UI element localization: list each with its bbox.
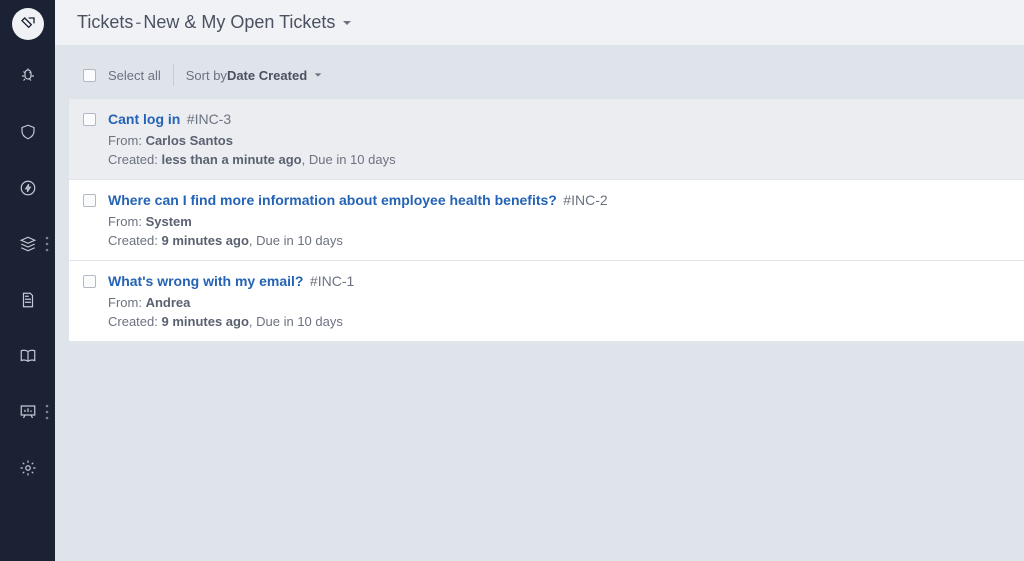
ticket-title[interactable]: Cant log in bbox=[108, 111, 180, 127]
main: Tickets - New & My Open Tickets Select a… bbox=[55, 0, 1024, 561]
gear-icon bbox=[19, 459, 37, 477]
select-all-checkbox[interactable] bbox=[83, 69, 96, 82]
ticket-title[interactable]: Where can I find more information about … bbox=[108, 192, 557, 208]
ticket-title[interactable]: What's wrong with my email? bbox=[108, 273, 303, 289]
page-title-sub: New & My Open Tickets bbox=[143, 12, 335, 33]
presentation-icon bbox=[19, 403, 37, 421]
shield-icon bbox=[19, 123, 37, 141]
book-icon bbox=[19, 347, 37, 365]
select-all[interactable]: Select all bbox=[83, 68, 161, 83]
ticket-checkbox[interactable] bbox=[83, 275, 96, 288]
ticket-body: What's wrong with my email? #INC-1 From:… bbox=[108, 273, 354, 329]
filter-dropdown-icon[interactable] bbox=[341, 17, 353, 29]
ticket-checkbox[interactable] bbox=[83, 113, 96, 126]
ticket-from: Andrea bbox=[146, 295, 191, 310]
sidebar-item-stack[interactable] bbox=[0, 216, 55, 272]
select-all-label: Select all bbox=[108, 68, 161, 83]
ticket-row[interactable]: Where can I find more information about … bbox=[69, 180, 1024, 261]
bug-icon bbox=[19, 67, 37, 85]
ticket-area: Select all Sort by Date Created Cant log… bbox=[55, 45, 1024, 342]
ticket-created: less than a minute ago bbox=[161, 152, 301, 167]
sidebar-item-docfeed[interactable] bbox=[0, 272, 55, 328]
separator bbox=[173, 64, 174, 86]
ticket-checkbox[interactable] bbox=[83, 194, 96, 207]
chevron-down-icon bbox=[313, 70, 323, 80]
sidebar-item-book[interactable] bbox=[0, 328, 55, 384]
ticket-created: 9 minutes ago bbox=[161, 233, 248, 248]
page-title-prefix: Tickets bbox=[77, 12, 133, 33]
list-controls: Select all Sort by Date Created bbox=[69, 59, 1024, 91]
ticket-body: Cant log in #INC-3 From: Carlos Santos C… bbox=[108, 111, 396, 167]
ticket-body: Where can I find more information about … bbox=[108, 192, 608, 248]
ticket-id: #INC-2 bbox=[563, 192, 607, 208]
sidebar-item-settings[interactable] bbox=[0, 440, 55, 496]
sort-dropdown[interactable]: Sort by Date Created bbox=[186, 68, 323, 83]
stack-icon bbox=[19, 235, 37, 253]
more-icon[interactable] bbox=[43, 402, 51, 422]
ticket-created: 9 minutes ago bbox=[161, 314, 248, 329]
from-label: From: bbox=[108, 295, 146, 310]
ticket-icon bbox=[20, 16, 36, 32]
ticket-list: Cant log in #INC-3 From: Carlos Santos C… bbox=[69, 99, 1024, 342]
ticket-id: #INC-1 bbox=[310, 273, 354, 289]
ticket-id: #INC-3 bbox=[187, 111, 231, 127]
created-label: Created: bbox=[108, 233, 161, 248]
sidebar-item-tickets[interactable] bbox=[12, 8, 44, 40]
created-label: Created: bbox=[108, 152, 161, 167]
sort-label: Sort by bbox=[186, 68, 227, 83]
sidebar-item-presentation[interactable] bbox=[0, 384, 55, 440]
sort-value: Date Created bbox=[227, 68, 307, 83]
sidebar-item-lightning[interactable] bbox=[0, 160, 55, 216]
sidebar-item-shield[interactable] bbox=[0, 104, 55, 160]
ticket-row[interactable]: What's wrong with my email? #INC-1 From:… bbox=[69, 261, 1024, 342]
from-label: From: bbox=[108, 214, 146, 229]
ticket-from: Carlos Santos bbox=[146, 133, 233, 148]
ticket-due: , Due in 10 days bbox=[302, 152, 396, 167]
ticket-due: , Due in 10 days bbox=[249, 314, 343, 329]
page-header: Tickets - New & My Open Tickets bbox=[55, 0, 1024, 45]
sidebar-item-bug[interactable] bbox=[0, 48, 55, 104]
sidebar bbox=[0, 0, 55, 561]
more-icon[interactable] bbox=[43, 234, 51, 254]
lightning-icon bbox=[19, 179, 37, 197]
ticket-row[interactable]: Cant log in #INC-3 From: Carlos Santos C… bbox=[69, 99, 1024, 180]
docfeed-icon bbox=[19, 291, 37, 309]
created-label: Created: bbox=[108, 314, 161, 329]
ticket-from: System bbox=[146, 214, 192, 229]
ticket-due: , Due in 10 days bbox=[249, 233, 343, 248]
title-dash: - bbox=[135, 12, 141, 33]
from-label: From: bbox=[108, 133, 146, 148]
